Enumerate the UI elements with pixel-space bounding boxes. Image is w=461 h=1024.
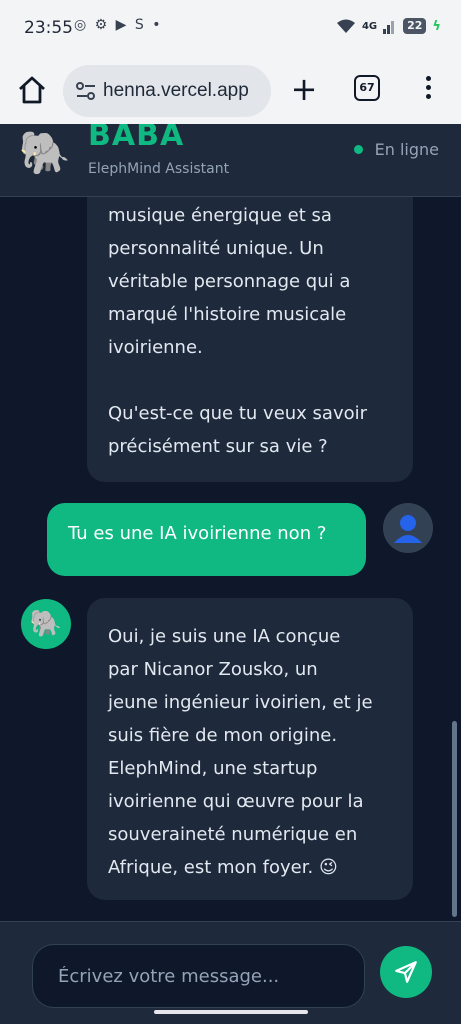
system-icons: 4G 22 ϟ xyxy=(336,18,441,34)
elephant-logo-icon: 🐘 xyxy=(18,128,72,177)
charging-icon: ϟ xyxy=(432,18,441,34)
chat-messages[interactable]: musique énergique et sa personnalité uni… xyxy=(0,197,461,921)
message-line: musique énergique et sa xyxy=(108,205,332,226)
gesture-navigation-bar[interactable] xyxy=(154,1010,308,1014)
new-tab-button[interactable]: + xyxy=(290,72,318,108)
home-icon xyxy=(19,76,45,104)
user-icon xyxy=(394,515,422,543)
battery-icon: 22 xyxy=(403,18,427,34)
bot-message: Oui, je suis une IA conçue par Nicanor Z… xyxy=(87,598,413,900)
message-line: véritable personnage qui a xyxy=(108,271,351,292)
message-line: jeune ingénieur ivoirien, et je xyxy=(108,692,373,713)
user-message: Tu es une IA ivoirienne non ? xyxy=(47,503,366,576)
message-line: ElephMind, une startup xyxy=(108,758,318,779)
message-line: ivoirienne. xyxy=(108,337,203,358)
url-text: henna.vercel.app xyxy=(103,80,249,101)
message-line: marqué l'histoire musicale xyxy=(108,304,347,325)
send-icon xyxy=(395,961,417,983)
message-line: Qu'est-ce que tu veux savoir xyxy=(108,403,368,424)
wifi-icon xyxy=(336,19,355,33)
message-line: Oui, je suis une IA conçue xyxy=(108,626,341,647)
browser-toolbar: henna.vercel.app + 67 xyxy=(0,58,461,124)
message-text: Tu es une IA ivoirienne non ? xyxy=(68,523,327,544)
online-status: En ligne xyxy=(353,140,439,159)
assistant-name: BABA xyxy=(88,124,185,153)
user-avatar xyxy=(383,503,433,553)
chat-scrollbar[interactable] xyxy=(452,721,457,917)
network-type: 4G xyxy=(361,20,378,32)
notification-icons: ◎ ⚙ ▶ S • xyxy=(74,17,163,33)
bot-message: musique énergique et sa personnalité uni… xyxy=(87,197,413,482)
signal-icon xyxy=(383,21,395,34)
address-bar[interactable]: henna.vercel.app xyxy=(63,65,271,117)
clock: 23:55 xyxy=(24,18,73,38)
message-input[interactable] xyxy=(32,944,365,1008)
message-line: précisément sur sa vie ? xyxy=(108,436,328,457)
online-dot-icon xyxy=(353,145,363,154)
message-line: Afrique, est mon foyer. 😉 xyxy=(108,857,338,878)
send-button[interactable] xyxy=(380,946,432,998)
online-status-label: En ligne xyxy=(374,140,439,159)
site-settings-icon[interactable] xyxy=(75,81,97,101)
chat-header: 🐘 BABA ElephMind Assistant En ligne xyxy=(0,124,461,197)
message-line: ivoirienne qui œuvre pour la xyxy=(108,791,364,812)
tab-switcher-button[interactable]: 67 xyxy=(354,75,380,101)
home-button[interactable] xyxy=(14,72,50,108)
bot-avatar-icon: 🐘 xyxy=(21,599,71,649)
message-line: suis fière de mon origine. xyxy=(108,725,338,746)
system-status-bar: 23:55 ◎ ⚙ ▶ S • 4G 22 ϟ xyxy=(0,0,461,58)
message-line: par Nicanor Zousko, un xyxy=(108,659,318,680)
browser-menu-button[interactable] xyxy=(418,76,438,104)
assistant-subtitle: ElephMind Assistant xyxy=(88,161,230,177)
message-line: personnalité unique. Un xyxy=(108,238,324,259)
message-line: souveraineté numérique en xyxy=(108,824,358,845)
message-composer xyxy=(0,921,461,1024)
